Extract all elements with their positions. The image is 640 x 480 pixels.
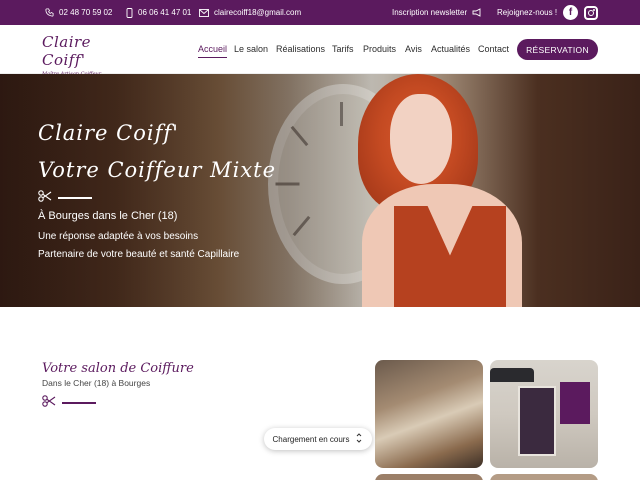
salon-entrance-photo[interactable] (490, 360, 598, 468)
instagram-icon (584, 5, 598, 20)
section-subtitle: Dans le Cher (18) à Bourges (42, 378, 151, 388)
hero-overlay (0, 74, 640, 307)
email-link[interactable]: clairecoiff18@gmail.com (199, 0, 301, 25)
scissors-divider (38, 189, 92, 207)
gallery-photo-3[interactable] (375, 474, 483, 480)
scissors-icon (42, 394, 56, 412)
nav-item-accueil[interactable]: Accueil (198, 44, 228, 58)
loading-indicator: Chargement en cours (264, 428, 372, 450)
nav-item-contact[interactable]: Contact (478, 44, 509, 54)
site-header: Claire Coiff' Maître Artisan Coiffeur Ac… (0, 25, 640, 77)
hero-banner: Claire Coiff' Votre Coiffeur Mixte À Bou… (0, 74, 640, 307)
loading-label: Chargement en cours (272, 434, 350, 444)
mail-icon (199, 8, 209, 17)
phone-icon (45, 8, 54, 17)
email-address: clairecoiff18@gmail.com (214, 8, 302, 17)
nav-item-le-salon[interactable]: Le salon (234, 44, 268, 54)
nav-item-tarifs[interactable]: Tarifs (332, 44, 354, 54)
section-title: Votre salon de Coiffure (42, 361, 194, 376)
join-label: Rejoignez-nous ! (497, 8, 558, 17)
megaphone-icon (472, 8, 482, 17)
nav-item-actualites[interactable]: Actualités (431, 44, 470, 54)
instagram-link[interactable] (584, 0, 598, 25)
phone-number: 02 48 70 59 02 (59, 8, 113, 17)
nav-item-realisations[interactable]: Réalisations (276, 44, 325, 54)
hero-subtitle: Votre Coiffeur Mixte (38, 158, 277, 182)
nav-item-avis[interactable]: Avis (405, 44, 422, 54)
hero-line-2: Partenaire de votre beauté et santé Capi… (38, 249, 240, 260)
reservation-button[interactable]: RÉSERVATION (517, 39, 598, 60)
scissors-icon (38, 189, 52, 207)
salon-interior-photo[interactable] (375, 360, 483, 468)
newsletter-link[interactable]: Inscription newsletter (392, 0, 482, 25)
hero-location: À Bourges dans le Cher (18) (38, 210, 178, 222)
top-bar: 02 48 70 59 02 06 06 41 47 01 clairecoif… (0, 0, 640, 25)
logo-name: Claire Coiff' (42, 33, 92, 69)
phone-link[interactable]: 02 48 70 59 02 (45, 0, 112, 25)
facebook-link[interactable]: f (563, 0, 578, 25)
mobile-icon (126, 7, 133, 18)
gallery-photo-4[interactable] (490, 474, 598, 480)
logo[interactable]: Claire Coiff' Maître Artisan Coiffeur (42, 33, 122, 77)
spinner-icon (355, 433, 363, 445)
hero-title: Claire Coiff' (38, 121, 179, 145)
hero-line-1: Une réponse adaptée à vos besoins (38, 231, 199, 242)
mobile-number: 06 06 41 47 01 (138, 8, 192, 17)
newsletter-label: Inscription newsletter (392, 8, 468, 17)
section-scissors-divider (42, 394, 96, 412)
nav-item-produits[interactable]: Produits (363, 44, 396, 54)
mobile-link[interactable]: 06 06 41 47 01 (126, 0, 191, 25)
facebook-icon: f (563, 5, 578, 20)
